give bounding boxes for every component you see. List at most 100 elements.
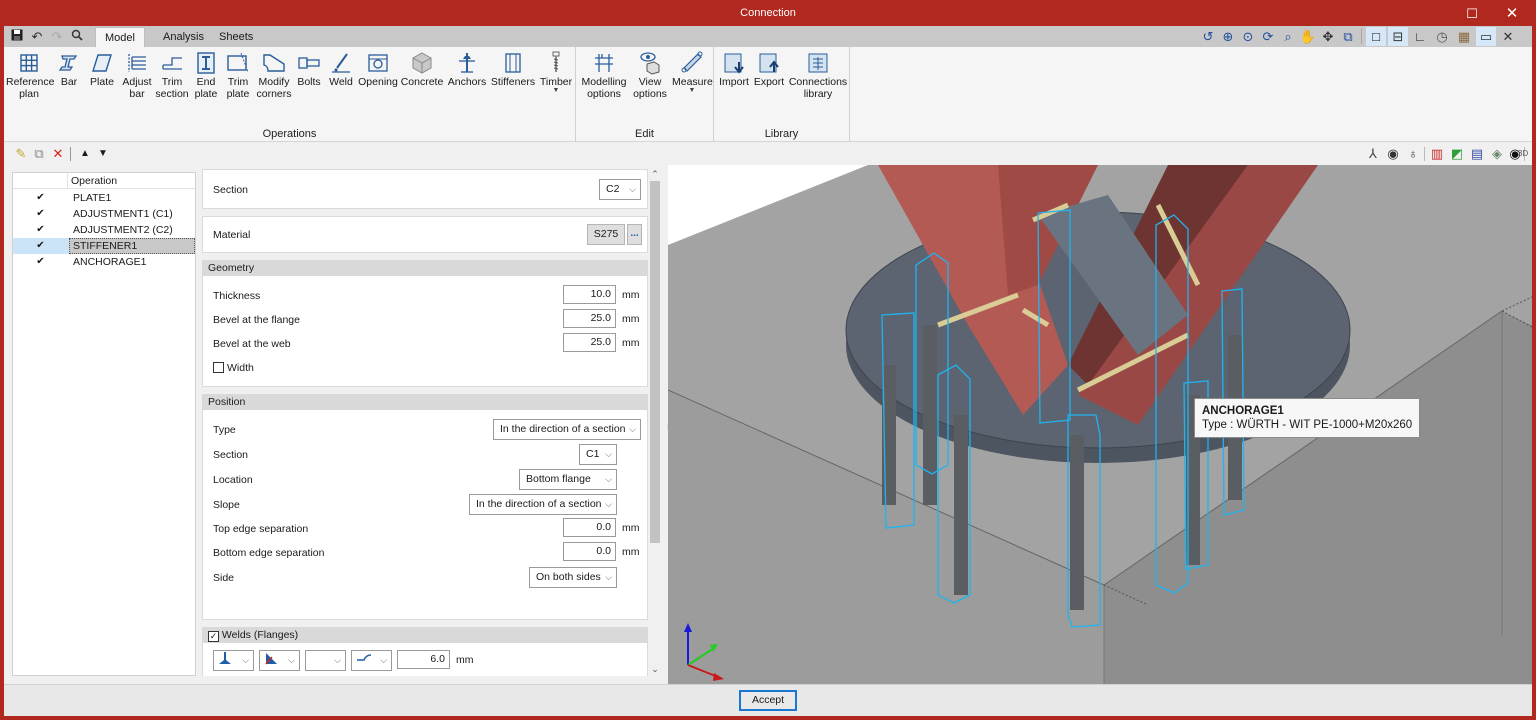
opening-button[interactable]: Opening	[358, 50, 398, 88]
slope-select[interactable]: In the direction of a section ⌵	[469, 494, 617, 515]
operation-row[interactable]: ✔ ANCHORAGE1	[13, 254, 195, 270]
tab-sheets[interactable]: Sheets	[210, 27, 262, 47]
comment-icon[interactable]: ▭	[1476, 27, 1496, 46]
bar-button[interactable]: Bar	[54, 50, 84, 88]
section-select[interactable]: C2 ⌵	[599, 179, 641, 200]
dimensions-toggle-icon[interactable]: ⊟	[1388, 27, 1408, 46]
plate-icon	[92, 54, 112, 72]
angle-icon[interactable]: ∟	[1410, 27, 1430, 46]
tab-model[interactable]: Model	[95, 27, 145, 47]
trim-plate-button[interactable]: Trim plate	[222, 50, 254, 100]
delete-icon[interactable]: ✕	[49, 145, 67, 163]
regenerate-icon[interactable]: ⟳	[1258, 27, 1278, 46]
side-select[interactable]: On both sides ⌵	[529, 567, 617, 588]
bevel-web-input[interactable]: 25.0	[563, 333, 616, 352]
weld-option-select[interactable]: ⌵	[305, 650, 346, 671]
clock-icon[interactable]: ◷	[1432, 27, 1452, 46]
axes-icon[interactable]: ⅄	[1364, 145, 1382, 163]
reference-plan-button[interactable]: Reference plan	[6, 50, 54, 100]
ribbon-group-edit: Modelling options View options Measure ▼…	[576, 47, 714, 142]
bolts-button[interactable]: Bolts	[294, 50, 324, 88]
welds-checkbox[interactable]: ✓	[208, 631, 219, 642]
bevel-flange-input[interactable]: 25.0	[563, 309, 616, 328]
visibility-checkbox[interactable]: ✔	[35, 192, 46, 203]
operation-row[interactable]: ✔ ADJUSTMENT2 (C2)	[13, 222, 195, 238]
end-plate-button[interactable]: End plate	[192, 50, 220, 100]
weld-size-input[interactable]: 6.0	[397, 650, 450, 669]
measure-button[interactable]: Measure ▼	[672, 50, 713, 94]
chevron-down-icon: ⌵	[242, 655, 249, 665]
chevron-down-icon: ⌵	[605, 474, 612, 484]
modelling-options-button[interactable]: Modelling options	[580, 50, 628, 100]
tools-icon[interactable]: ✕	[1498, 27, 1518, 46]
stiffeners-button[interactable]: Stiffeners	[490, 50, 536, 88]
plate-button[interactable]: Plate	[86, 50, 118, 88]
modify-corners-button[interactable]: Modify corners	[256, 50, 292, 100]
edit-pencil-icon[interactable]: ✎	[12, 145, 30, 163]
move-up-icon[interactable]: ▲	[76, 145, 94, 163]
scrollbar-thumb[interactable]	[650, 181, 660, 543]
adjust-bar-button[interactable]: Adjust bar	[120, 50, 154, 100]
scroll-up-icon[interactable]: ⌃	[648, 169, 662, 180]
calendar-icon[interactable]: ▦	[1454, 27, 1474, 46]
operations-toolbar: ✎ ⧉ ✕ ▲ ▼ ⅄ ◉ ♁ ▥ ◩ ▤ ◈ ◉ 3D	[4, 143, 1532, 165]
weld-symbol-select[interactable]: ⌵	[259, 650, 300, 671]
view-window-icon[interactable]: ⧉	[1338, 27, 1358, 46]
thickness-input[interactable]: 10.0	[563, 285, 616, 304]
view-options-button[interactable]: View options	[630, 50, 670, 100]
accept-button[interactable]: Accept	[739, 690, 797, 711]
concrete-button[interactable]: Concrete	[400, 50, 444, 88]
scroll-down-icon[interactable]: ⌄	[648, 664, 662, 675]
ribbon-group-operations: Reference plan Bar Plate Adjust bar Trim…	[4, 47, 576, 142]
undo-icon[interactable]: ↶	[28, 28, 46, 45]
position-type-select[interactable]: In the direction of a section ⌵	[493, 419, 641, 440]
wireframe-toggle-icon[interactable]: □	[1366, 27, 1386, 46]
operation-row[interactable]: ✔ PLATE1	[13, 190, 195, 206]
save-icon[interactable]	[8, 28, 26, 45]
rotate-view-icon[interactable]: ◉	[1384, 145, 1402, 163]
view-3d-icon[interactable]: 3D	[1516, 145, 1530, 163]
weld-button[interactable]: Weld	[326, 50, 356, 88]
import-button[interactable]: Import	[718, 50, 750, 88]
bottom-edge-separation-input[interactable]: 0.0	[563, 542, 616, 561]
connections-library-button[interactable]: Connections library	[788, 50, 848, 100]
material-browse-button[interactable]: ...	[627, 224, 642, 245]
export-button[interactable]: Export	[752, 50, 786, 88]
pan-hand-icon[interactable]: ✋	[1298, 27, 1318, 46]
operation-row-selected[interactable]: ✔ STIFFENER1	[13, 238, 195, 254]
toolbar-separator	[70, 147, 71, 161]
zoom-x2-icon[interactable]: ⊙	[1238, 27, 1258, 46]
section-plane-icon[interactable]: ▥	[1428, 145, 1446, 163]
search-icon[interactable]	[68, 28, 86, 45]
visibility-checkbox[interactable]: ✔	[35, 256, 46, 267]
trim-section-button[interactable]: Trim section	[154, 50, 190, 100]
properties-scrollbar[interactable]: ⌃ ⌄	[648, 169, 662, 675]
anchors-button[interactable]: Anchors	[446, 50, 488, 88]
zoom-extents-icon[interactable]: ⊕	[1218, 27, 1238, 46]
operation-row[interactable]: ✔ ADJUSTMENT1 (C1)	[13, 206, 195, 222]
weld-type-select[interactable]: ⌵	[213, 650, 254, 671]
orbit-icon[interactable]: ✥	[1318, 27, 1338, 46]
maximize-button[interactable]: ☐	[1452, 0, 1492, 26]
visibility-checkbox[interactable]: ✔	[35, 224, 46, 235]
pivot-icon[interactable]: ♁	[1404, 145, 1422, 163]
close-button[interactable]: ✕	[1492, 0, 1532, 26]
copy-icon[interactable]: ⧉	[30, 145, 48, 163]
visibility-checkbox[interactable]: ✔	[35, 240, 46, 251]
visibility-checkbox[interactable]: ✔	[35, 208, 46, 219]
move-down-icon[interactable]: ▼	[94, 145, 112, 163]
tab-analysis[interactable]: Analysis	[154, 27, 213, 47]
timber-button[interactable]: Timber ▼	[538, 50, 574, 94]
material-button[interactable]: S275	[587, 224, 625, 245]
panel-view-icon[interactable]: ▤	[1468, 145, 1486, 163]
width-checkbox[interactable]	[213, 362, 224, 373]
zoom-previous-icon[interactable]: ↺	[1198, 27, 1218, 46]
top-edge-separation-input[interactable]: 0.0	[563, 518, 616, 537]
layers-icon[interactable]: ◈	[1488, 145, 1506, 163]
weld-profile-select[interactable]: ⌵	[351, 650, 392, 671]
clip-plane-icon[interactable]: ◩	[1448, 145, 1466, 163]
zoom-window-icon[interactable]: ⌕	[1278, 27, 1298, 46]
position-section-select[interactable]: C1 ⌵	[579, 444, 617, 465]
location-select[interactable]: Bottom flange ⌵	[519, 469, 617, 490]
redo-icon[interactable]: ↷	[48, 28, 66, 45]
